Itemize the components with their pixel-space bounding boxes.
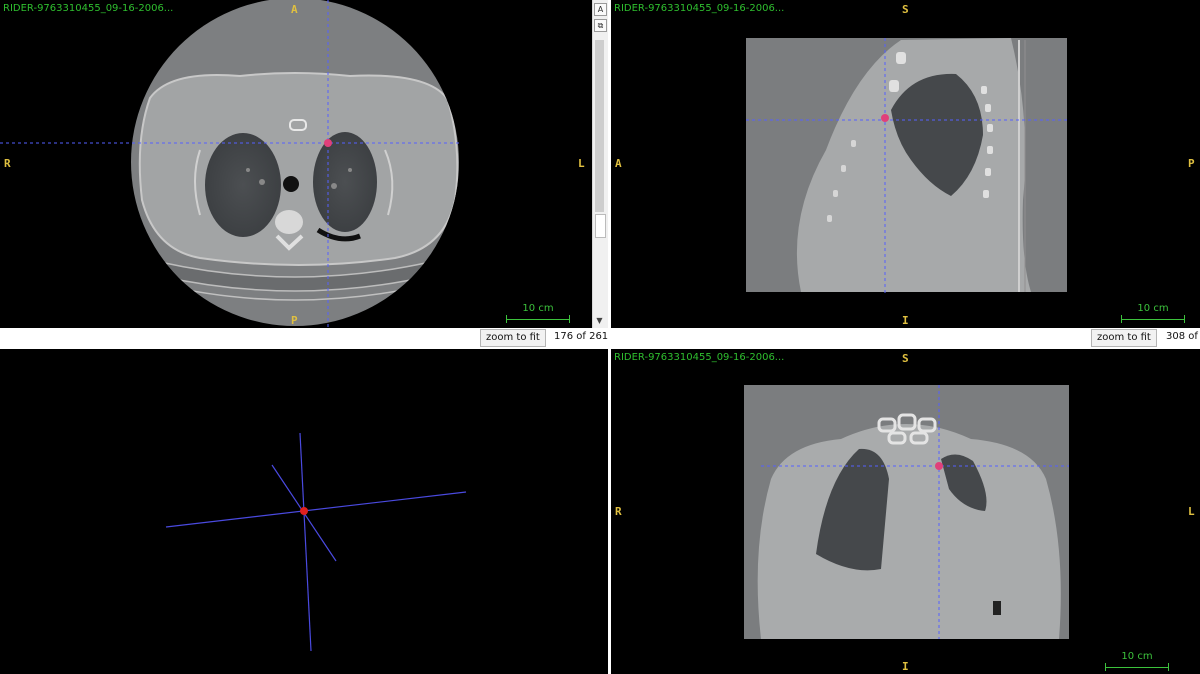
sagittal-orient-top: S	[902, 3, 909, 16]
sagittal-marker[interactable]	[881, 114, 889, 122]
axial-orient-bottom: P	[291, 314, 298, 327]
coronal-scale-label: 10 cm	[1121, 651, 1153, 662]
scroll-down-icon[interactable]: ▼	[594, 316, 605, 326]
sagittal-viewport[interactable]: RIDER-9763310455_09-16-2006... S I A P 1…	[611, 0, 1200, 328]
axial-orient-top: A	[291, 3, 298, 16]
axial-viewport[interactable]: RIDER-9763310455_09-16-2006... A P R L 1…	[0, 0, 592, 328]
scrollbar-track-fill	[595, 40, 604, 212]
sagittal-orient-right: P	[1188, 157, 1195, 170]
axial-series-title: RIDER-9763310455_09-16-2006...	[3, 3, 174, 14]
sagittal-orient-left: A	[615, 157, 622, 170]
axial-toolbar: zoom to fit 176 of 261	[0, 328, 608, 348]
sagittal-scale-label: 10 cm	[1137, 303, 1169, 314]
coronal-series-title: RIDER-9763310455_09-16-2006...	[614, 352, 785, 363]
coronal-ct-image	[744, 385, 1069, 639]
axial-ct-image	[0, 0, 460, 328]
scrollbar-thumb[interactable]	[595, 214, 606, 238]
coronal-viewport[interactable]: RIDER-9763310455_09-16-2006... S I R L 1…	[611, 349, 1200, 674]
axial-slice-counter: 176 of 261	[554, 331, 609, 342]
sagittal-toolbar: zoom to fit 308 of 5	[611, 328, 1200, 348]
coronal-orient-right: L	[1188, 505, 1195, 518]
sagittal-slice-counter: 308 of 5	[1166, 331, 1200, 342]
coronal-orient-bottom: I	[902, 660, 909, 673]
coronal-scale-bar: 10 cm	[1105, 651, 1169, 673]
sagittal-series-title: RIDER-9763310455_09-16-2006...	[614, 3, 785, 14]
3d-crosshair-render	[165, 432, 467, 652]
axial-orient-right: L	[578, 157, 585, 170]
sagittal-scale-bar: 10 cm	[1121, 303, 1185, 325]
vertical-divider[interactable]	[608, 0, 611, 674]
axial-orient-left: R	[4, 157, 11, 170]
3d-viewport[interactable]	[0, 349, 608, 674]
sagittal-ct-image	[746, 38, 1069, 294]
axial-scale-bar: 10 cm	[506, 303, 570, 325]
camera-icon[interactable]: ⧉	[594, 19, 607, 32]
axial-scale-label: 10 cm	[522, 303, 554, 314]
axial-marker[interactable]	[324, 139, 332, 147]
coronal-marker[interactable]	[935, 462, 943, 470]
3d-marker[interactable]	[300, 507, 308, 515]
sagittal-zoom-to-fit-button[interactable]: zoom to fit	[1091, 329, 1157, 347]
coronal-orient-top: S	[902, 352, 909, 365]
coronal-orient-left: R	[615, 505, 622, 518]
sagittal-orient-bottom: I	[902, 314, 909, 327]
axial-zoom-to-fit-button[interactable]: zoom to fit	[480, 329, 546, 347]
annotation-toggle-button[interactable]: A	[594, 3, 607, 16]
